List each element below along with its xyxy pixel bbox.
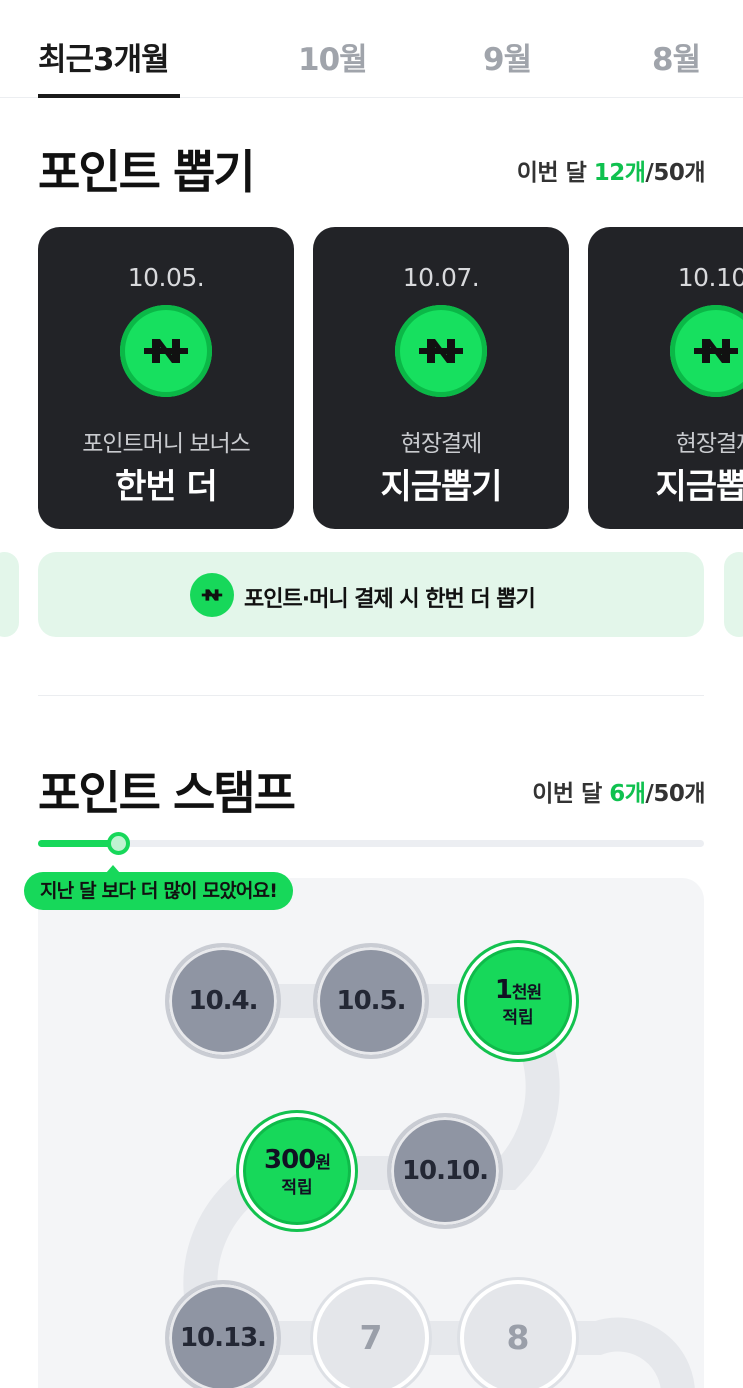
point-stamp-title: 포인트 스탬프 <box>38 766 296 820</box>
naver-pay-n-coin-icon <box>190 573 234 617</box>
stamp-date: 10.4. <box>188 986 258 1016</box>
stamp-progress-knob <box>107 832 130 855</box>
count-value: 6개 <box>609 781 646 807</box>
draw-card-title: 지금뽑기 <box>380 467 502 507</box>
draw-card-date: 10.07. <box>402 263 480 292</box>
point-draw-title: 포인트 뽑기 <box>38 145 256 199</box>
stamp-reward[interactable]: 300원 적립 <box>239 1113 355 1229</box>
pay-bonus-banner[interactable]: 포인트·머니 결제 시 한번 더 뽑기 <box>38 552 704 637</box>
stamp-date: 10.5. <box>336 986 406 1016</box>
draw-card-subtitle: 현장결제 <box>400 431 483 457</box>
reward-amount-number: 1 <box>494 975 513 1005</box>
banner-text: 포인트·머니 결제 시 한번 더 뽑기 <box>244 587 536 612</box>
count-value: 12개 <box>593 160 646 186</box>
reward-amount: 1천원 <box>464 975 572 1008</box>
stamp-number: 7 <box>359 1318 383 1357</box>
next-banner-edge[interactable] <box>724 552 743 637</box>
month-tab-bar: 최근3개월 10월 9월 8월 <box>0 0 743 98</box>
reward-amount-unit: 천원 <box>511 983 542 1003</box>
active-tab-indicator <box>38 94 180 98</box>
stamp-collected: 10.13. <box>165 1280 281 1388</box>
stamp-progress-fill <box>38 840 118 847</box>
stamp-collected: 10.4. <box>165 943 281 1059</box>
point-stamp-count: 이번 달 6개/50개 <box>532 774 705 808</box>
stamp-date: 10.13. <box>179 1323 267 1353</box>
stamp-date: 10.10. <box>401 1156 489 1186</box>
reward-amount: 300원 <box>243 1145 351 1178</box>
draw-card-title: 한번 더 <box>115 467 218 507</box>
stamp-empty: 8 <box>460 1280 576 1388</box>
stamp-collected: 10.5. <box>313 943 429 1059</box>
count-total: /50개 <box>645 160 705 186</box>
stamp-progress-bar <box>38 832 704 855</box>
draw-card-subtitle: 현장결제 <box>675 431 743 457</box>
reward-amount-unit: 원 <box>315 1153 331 1173</box>
tab-september[interactable]: 9월 <box>483 34 532 79</box>
draw-card-date: 10.10. <box>677 263 743 292</box>
section-divider <box>38 695 704 696</box>
count-prefix: 이번 달 <box>516 160 594 186</box>
stamp-empty: 7 <box>313 1280 429 1388</box>
reward-amount-number: 300 <box>264 1145 316 1175</box>
stamp-reward[interactable]: 1천원 적립 <box>460 943 576 1059</box>
prev-banner-edge[interactable] <box>0 552 19 637</box>
stamp-progress-tooltip: 지난 달 보다 더 많이 모았어요! <box>24 865 294 910</box>
draw-card[interactable]: 10.07. 현장결제 지금뽑기 <box>313 227 569 529</box>
stamp-board: 10.4. 10.5. 1천원 적립 300원 적립 10.10. 10.13.… <box>38 878 704 1388</box>
draw-card-subtitle: 포인트머니 보너스 <box>82 431 251 457</box>
draw-card[interactable]: 10.10. 현장결제 지금뽑기 <box>588 227 743 529</box>
stamp-number: 8 <box>506 1318 530 1357</box>
point-draw-count: 이번 달 12개/50개 <box>516 153 706 187</box>
reward-label: 적립 <box>502 1008 534 1028</box>
reward-label: 적립 <box>281 1178 313 1198</box>
count-prefix: 이번 달 <box>532 781 610 807</box>
naver-pay-n-coin-icon <box>120 305 212 397</box>
tab-recent-3-months[interactable]: 최근3개월 <box>38 34 170 79</box>
stamp-collected: 10.10. <box>387 1113 503 1229</box>
draw-card[interactable]: 10.05. 포인트머니 보너스 한번 더 <box>38 227 294 529</box>
count-total: /50개 <box>645 781 705 807</box>
draw-card-date: 10.05. <box>127 263 205 292</box>
draw-card-title: 지금뽑기 <box>655 467 743 507</box>
naver-pay-n-coin-icon <box>395 305 487 397</box>
tab-october[interactable]: 10월 <box>298 34 368 79</box>
tab-august[interactable]: 8월 <box>652 34 701 79</box>
naver-pay-n-coin-icon <box>670 305 743 397</box>
